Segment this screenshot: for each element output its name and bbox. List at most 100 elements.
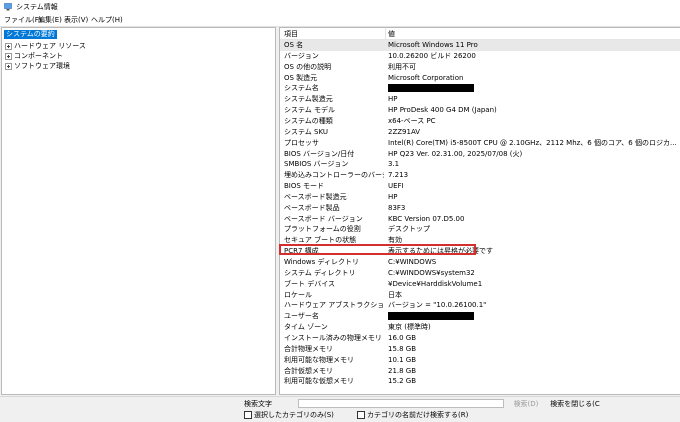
row-item-value: 10.0.26200 ビルド 26200: [388, 51, 476, 60]
menu-help[interactable]: ヘルプ(H): [91, 15, 123, 25]
table-row[interactable]: 合計仮想メモリ 21.8 GB: [280, 366, 680, 377]
row-item-value: Microsoft Windows 11 Pro: [388, 41, 478, 49]
column-header-value[interactable]: 値: [388, 28, 395, 40]
table-row[interactable]: OS 名 Microsoft Windows 11 Pro: [280, 40, 680, 51]
checkbox-box[interactable]: [357, 411, 365, 419]
row-item-name: 埋め込みコントローラーのバージョン: [284, 171, 384, 180]
row-item-name: システム製造元: [284, 95, 333, 104]
table-row[interactable]: OS の他の説明 利用不可: [280, 62, 680, 73]
table-row[interactable]: ユーザー名: [280, 311, 680, 322]
row-item-name: プロセッサ: [284, 138, 319, 147]
row-item-name: インストール済みの物理メモリ (RAM): [284, 333, 384, 342]
table-row[interactable]: バージョン 10.0.26200 ビルド 26200: [280, 51, 680, 62]
row-item-value: 15.8 GB: [388, 344, 417, 353]
row-item-name: プラットフォームの役割: [284, 225, 361, 234]
column-header-item[interactable]: 項目: [284, 28, 298, 40]
table-row[interactable]: システム名: [280, 83, 680, 94]
table-row[interactable]: ブート デバイス ¥Device¥HarddiskVolume1: [280, 279, 680, 290]
table-row[interactable]: ベースボード製造元 HP: [280, 192, 680, 203]
table-row[interactable]: ハードウェア アブストラクション レイヤーバージョン = "10.0.26100…: [280, 300, 680, 311]
table-row[interactable]: プラットフォームの役割 デスクトップ: [280, 224, 680, 235]
table-row[interactable]: システム SKU 2ZZ91AV: [280, 127, 680, 138]
row-item-name: ブート デバイス: [284, 279, 336, 288]
row-item-value: 日本: [388, 290, 402, 299]
row-item-name: 合計物理メモリ: [284, 344, 333, 353]
table-row[interactable]: SMBIOS バージョン 3.1: [280, 159, 680, 170]
row-item-name: ロケール: [284, 290, 312, 299]
table-row[interactable]: ベースボード バージョン KBC Version 07.D5.00: [280, 214, 680, 225]
table-row[interactable]: OS 製造元 Microsoft Corporation: [280, 73, 680, 84]
row-item-value: C:¥WINDOWS: [388, 258, 437, 266]
tree-item-label: コンポーネント: [14, 52, 63, 60]
row-item-value: 10.1 GB: [388, 355, 417, 364]
row-item-value: [388, 83, 680, 94]
highlight-annotation: [279, 244, 476, 255]
table-row[interactable]: ベースボード製品 83F3: [280, 203, 680, 214]
table-row[interactable]: システム ディレクトリ C:¥WINDOWS¥system32: [280, 268, 680, 279]
table-row[interactable]: システム モデル HP ProDesk 400 G4 DM (Japan): [280, 105, 680, 116]
table-row[interactable]: BIOS バージョン/日付 HP Q23 Ver. 02.31.00, 2025/…: [280, 149, 680, 160]
expand-icon[interactable]: [5, 52, 12, 60]
menu-edit[interactable]: 編集(E): [38, 15, 62, 25]
search-selected-category-checkbox[interactable]: 選択したカテゴリのみ(S): [244, 411, 334, 420]
row-item-value: ¥Device¥HarddiskVolume1: [388, 279, 483, 288]
search-category-names-checkbox[interactable]: カテゴリの名前だけ検索する(R): [357, 411, 468, 420]
expand-icon[interactable]: [5, 62, 12, 70]
details-list[interactable]: 項目 値 OS 名 Microsoft Windows 11 Pro バージョン 10…: [279, 27, 680, 395]
row-item-value: HP: [388, 95, 398, 104]
menu-bar: ファイル(F) 編集(E) 表示(V) ヘルプ(H): [0, 14, 680, 26]
row-item-value: 83F3: [388, 203, 406, 212]
row-item-value: HP Q23 Ver. 02.31.00, 2025/07/08 (火): [388, 149, 523, 158]
row-item-value: KBC Version 07.D5.00: [388, 214, 465, 223]
row-item-value: 東京 (標準時): [388, 323, 431, 332]
menu-file[interactable]: ファイル(F): [4, 15, 42, 25]
row-item-name: OS 名: [284, 41, 304, 49]
table-row[interactable]: タイム ゾーン 東京 (標準時): [280, 322, 680, 333]
table-row[interactable]: 利用可能な物理メモリ 10.1 GB: [280, 355, 680, 366]
window-title: システム情報: [16, 3, 58, 11]
checkbox-box[interactable]: [244, 411, 252, 419]
row-item-value: HP: [388, 192, 398, 201]
row-item-value: x64-ベース PC: [388, 116, 436, 125]
row-item-name: システム SKU: [284, 127, 328, 136]
checkbox-label: 選択したカテゴリのみ(S): [254, 411, 334, 419]
row-item-value: 16.0 GB: [388, 333, 417, 342]
category-tree[interactable]: システムの要約 ハードウェア リソース コンポーネント ソフトウェア環境: [1, 27, 276, 395]
table-row[interactable]: システム製造元 HP: [280, 94, 680, 105]
table-row[interactable]: プロセッサ Intel(R) Core(TM) i5-8500T CPU @ 2.…: [280, 138, 680, 149]
row-item-name: OS 製造元: [284, 73, 318, 82]
row-item-value: 15.2 GB: [388, 377, 417, 386]
close-find-button[interactable]: 検索を閉じる(C: [548, 399, 602, 409]
row-item-name: システム モデル: [284, 106, 336, 115]
table-row[interactable]: インストール済みの物理メモリ (RAM) 16.0 GB: [280, 333, 680, 344]
table-row[interactable]: 合計物理メモリ 15.8 GB: [280, 344, 680, 355]
row-item-name: 利用可能な仮想メモリ: [284, 377, 354, 386]
row-item-name: システム ディレクトリ: [284, 268, 356, 277]
row-item-name: BIOS バージョン/日付: [284, 149, 355, 158]
system-info-icon: [4, 3, 12, 11]
tree-item-hardware-resources[interactable]: ハードウェア リソース: [5, 41, 86, 51]
column-divider[interactable]: [385, 28, 386, 40]
expand-icon[interactable]: [5, 42, 12, 50]
table-row[interactable]: システムの種類 x64-ベース PC: [280, 116, 680, 127]
tree-item-system-summary[interactable]: システムの要約: [4, 30, 57, 39]
table-row[interactable]: 利用可能な仮想メモリ 15.2 GB: [280, 376, 680, 387]
row-item-value: HP ProDesk 400 G4 DM (Japan): [388, 106, 497, 115]
menu-view[interactable]: 表示(V): [64, 15, 88, 25]
tree-item-components[interactable]: コンポーネント: [5, 51, 63, 61]
row-item-name: SMBIOS バージョン: [284, 160, 349, 169]
redaction-bar: [388, 312, 474, 321]
row-item-value: UEFI: [388, 182, 404, 191]
row-item-value: デスクトップ: [388, 225, 430, 234]
table-row[interactable]: BIOS モード UEFI: [280, 181, 680, 192]
row-item-name: Windows ディレクトリ: [284, 258, 359, 266]
find-input[interactable]: [298, 399, 504, 408]
table-row[interactable]: 埋め込みコントローラーのバージョン 7.213: [280, 170, 680, 181]
table-row[interactable]: Windows ディレクトリ C:¥WINDOWS: [280, 257, 680, 268]
tree-item-software-environment[interactable]: ソフトウェア環境: [5, 61, 70, 71]
find-button[interactable]: 検索(D): [506, 399, 546, 409]
row-item-value: 3.1: [388, 160, 400, 169]
row-item-name: システム名: [284, 84, 319, 93]
row-item-name: システムの種類: [284, 116, 333, 125]
table-row[interactable]: ロケール 日本: [280, 290, 680, 301]
